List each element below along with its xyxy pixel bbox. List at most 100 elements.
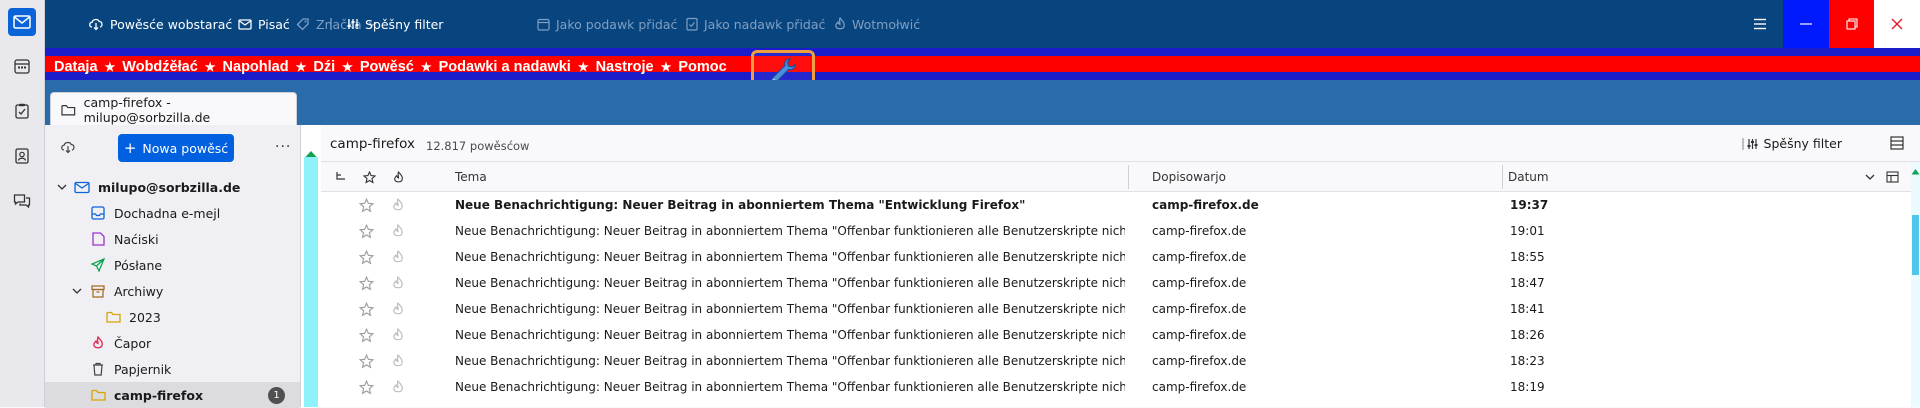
folder-icon	[61, 104, 76, 115]
folder-camp-firefox[interactable]: camp-firefox 1	[45, 382, 300, 408]
write-icon	[238, 18, 252, 30]
message-count: 12.817 powěsćow	[426, 139, 530, 153]
col-subject[interactable]: Tema	[455, 162, 487, 192]
table-row[interactable]: Neue Benachrichtigung: Neuer Beitrag in …	[321, 348, 1911, 374]
current-folder-name: camp-firefox	[330, 136, 415, 152]
col-starred[interactable]	[363, 162, 376, 192]
pane-splitter[interactable]	[301, 125, 321, 407]
get-messages-pane-button[interactable]	[60, 140, 76, 157]
menu-file[interactable]: Dataja	[51, 59, 101, 75]
get-messages-button[interactable]: Powěsće wobstarać	[88, 12, 232, 36]
folder-pane-more-button[interactable]: ···	[275, 139, 291, 155]
star-icon[interactable]	[359, 218, 374, 244]
col-thread[interactable]	[335, 162, 347, 192]
column-separator[interactable]	[1502, 165, 1503, 189]
star-icon[interactable]	[359, 244, 374, 270]
message-date: 18:19	[1510, 380, 1545, 394]
write-button[interactable]: Pisać	[238, 12, 290, 36]
star-icon[interactable]	[359, 296, 374, 322]
get-messages-label: Powěsće wobstarać	[110, 16, 233, 32]
col-junk-status[interactable]	[393, 162, 404, 192]
sort-direction[interactable]	[1865, 162, 1875, 192]
list-options-icon	[1890, 136, 1904, 150]
folder-drafts[interactable]: Naćiski	[45, 226, 300, 252]
message-date: 19:01	[1510, 224, 1545, 238]
folder-sent[interactable]: Pósłane	[45, 252, 300, 278]
junk-status-icon[interactable]	[392, 192, 404, 218]
star-icon[interactable]	[359, 322, 374, 348]
folder-inbox[interactable]: Dochadna e-mejl	[45, 200, 300, 226]
table-row[interactable]: Neue Benachrichtigung: Neuer Beitrag in …	[321, 296, 1911, 322]
folder-2023[interactable]: 2023	[45, 304, 300, 330]
star-icon[interactable]	[359, 270, 374, 296]
col-date[interactable]: Datum	[1508, 162, 1549, 192]
junk-button[interactable]: Jako podawk přidać	[537, 12, 677, 36]
folder-pane: + Nowa powěsć ··· milupo@sorbzilla.de Do…	[45, 125, 301, 408]
table-row[interactable]: Neue Benachrichtigung: Neuer Beitrag in …	[321, 244, 1911, 270]
display-options-button[interactable]	[1890, 136, 1904, 153]
not-junk-button[interactable]: Jako nadawk přidać	[686, 12, 825, 36]
menu-view[interactable]: Napohlad	[220, 59, 292, 75]
chat-space-button[interactable]	[8, 187, 36, 215]
tab-bar: camp-firefox - milupo@sorbzilla.de	[45, 80, 1920, 126]
table-row[interactable]: Neue Benachrichtigung: Neuer Beitrag in …	[321, 192, 1911, 218]
menu-message[interactable]: Powěsć	[357, 59, 417, 75]
table-row[interactable]: Neue Benachrichtigung: Neuer Beitrag in …	[321, 322, 1911, 348]
calendar-icon	[14, 59, 30, 74]
menu-help[interactable]: Pomoc	[675, 59, 729, 75]
addressbook-space-button[interactable]	[8, 142, 36, 170]
junk-status-icon[interactable]	[392, 348, 404, 374]
thread-quick-filter-button[interactable]: Spěšny filter	[1741, 136, 1842, 151]
splitter-bar	[304, 157, 318, 407]
menu-events-tasks[interactable]: Podawki a nadawki	[436, 59, 574, 75]
address-book-icon	[15, 148, 29, 164]
junk-status-icon[interactable]	[392, 322, 404, 348]
calendar-space-button[interactable]	[8, 52, 36, 80]
junk-status-icon[interactable]	[392, 296, 404, 322]
scrollbar-thumb[interactable]	[1912, 215, 1919, 275]
col-correspondent[interactable]: Dopisowarjo	[1152, 162, 1226, 192]
column-picker[interactable]	[1886, 162, 1899, 192]
cloud-download-icon	[61, 141, 75, 154]
maximize-button[interactable]	[1829, 0, 1875, 48]
message-correspondent: camp-firefox.de	[1152, 198, 1259, 212]
message-subject: Neue Benachrichtigung: Neuer Beitrag in …	[455, 250, 1125, 264]
star-icon[interactable]	[359, 348, 374, 374]
minimize-button[interactable]	[1783, 0, 1829, 48]
menu-edit[interactable]: Wobdźěłać	[119, 59, 200, 75]
undo-button[interactable]: Wotmołwić	[834, 12, 920, 36]
vertical-scrollbar[interactable]	[1911, 162, 1920, 407]
folder-icon	[105, 309, 121, 325]
table-row[interactable]: Neue Benachrichtigung: Neuer Beitrag in …	[321, 218, 1911, 244]
mail-space-button[interactable]	[8, 8, 36, 36]
message-subject: Neue Benachrichtigung: Neuer Beitrag in …	[455, 380, 1125, 394]
table-row[interactable]: Neue Benachrichtigung: Neuer Beitrag in …	[321, 374, 1911, 400]
scroll-up-arrow-icon[interactable]	[1911, 168, 1920, 175]
junk-status-icon[interactable]	[392, 218, 404, 244]
junk-status-icon[interactable]	[392, 270, 404, 296]
junk-status-icon[interactable]	[392, 244, 404, 270]
menu-tools[interactable]: Nastroje	[593, 59, 657, 75]
close-button[interactable]	[1874, 0, 1920, 48]
folder-archives[interactable]: Archiwy	[45, 278, 300, 304]
tasks-space-button[interactable]	[8, 97, 36, 125]
message-subject: Neue Benachrichtigung: Neuer Beitrag in …	[455, 224, 1125, 238]
flame-icon	[835, 17, 845, 30]
star-icon[interactable]	[359, 374, 374, 400]
chevron-down-icon[interactable]	[70, 288, 84, 294]
folder-junk[interactable]: Čapor	[45, 330, 300, 356]
quick-filter-button[interactable]: Spěšny filter	[329, 12, 443, 36]
star-icon[interactable]	[359, 192, 374, 218]
folder-trash[interactable]: Papjernik	[45, 356, 300, 382]
menu-go[interactable]: Dźi	[310, 59, 338, 75]
chevron-down-icon[interactable]	[55, 184, 69, 190]
write-label: Pisać	[258, 16, 290, 32]
app-menu-button[interactable]	[1750, 14, 1770, 34]
tab-mail[interactable]: camp-firefox - milupo@sorbzilla.de	[50, 92, 297, 126]
junk-status-icon[interactable]	[392, 374, 404, 400]
folder-label: Čapor	[114, 335, 152, 351]
table-row[interactable]: Neue Benachrichtigung: Neuer Beitrag in …	[321, 270, 1911, 296]
new-message-button[interactable]: + Nowa powěsć	[118, 134, 234, 162]
column-separator[interactable]	[1128, 165, 1129, 189]
folder-account[interactable]: milupo@sorbzilla.de	[45, 174, 300, 200]
